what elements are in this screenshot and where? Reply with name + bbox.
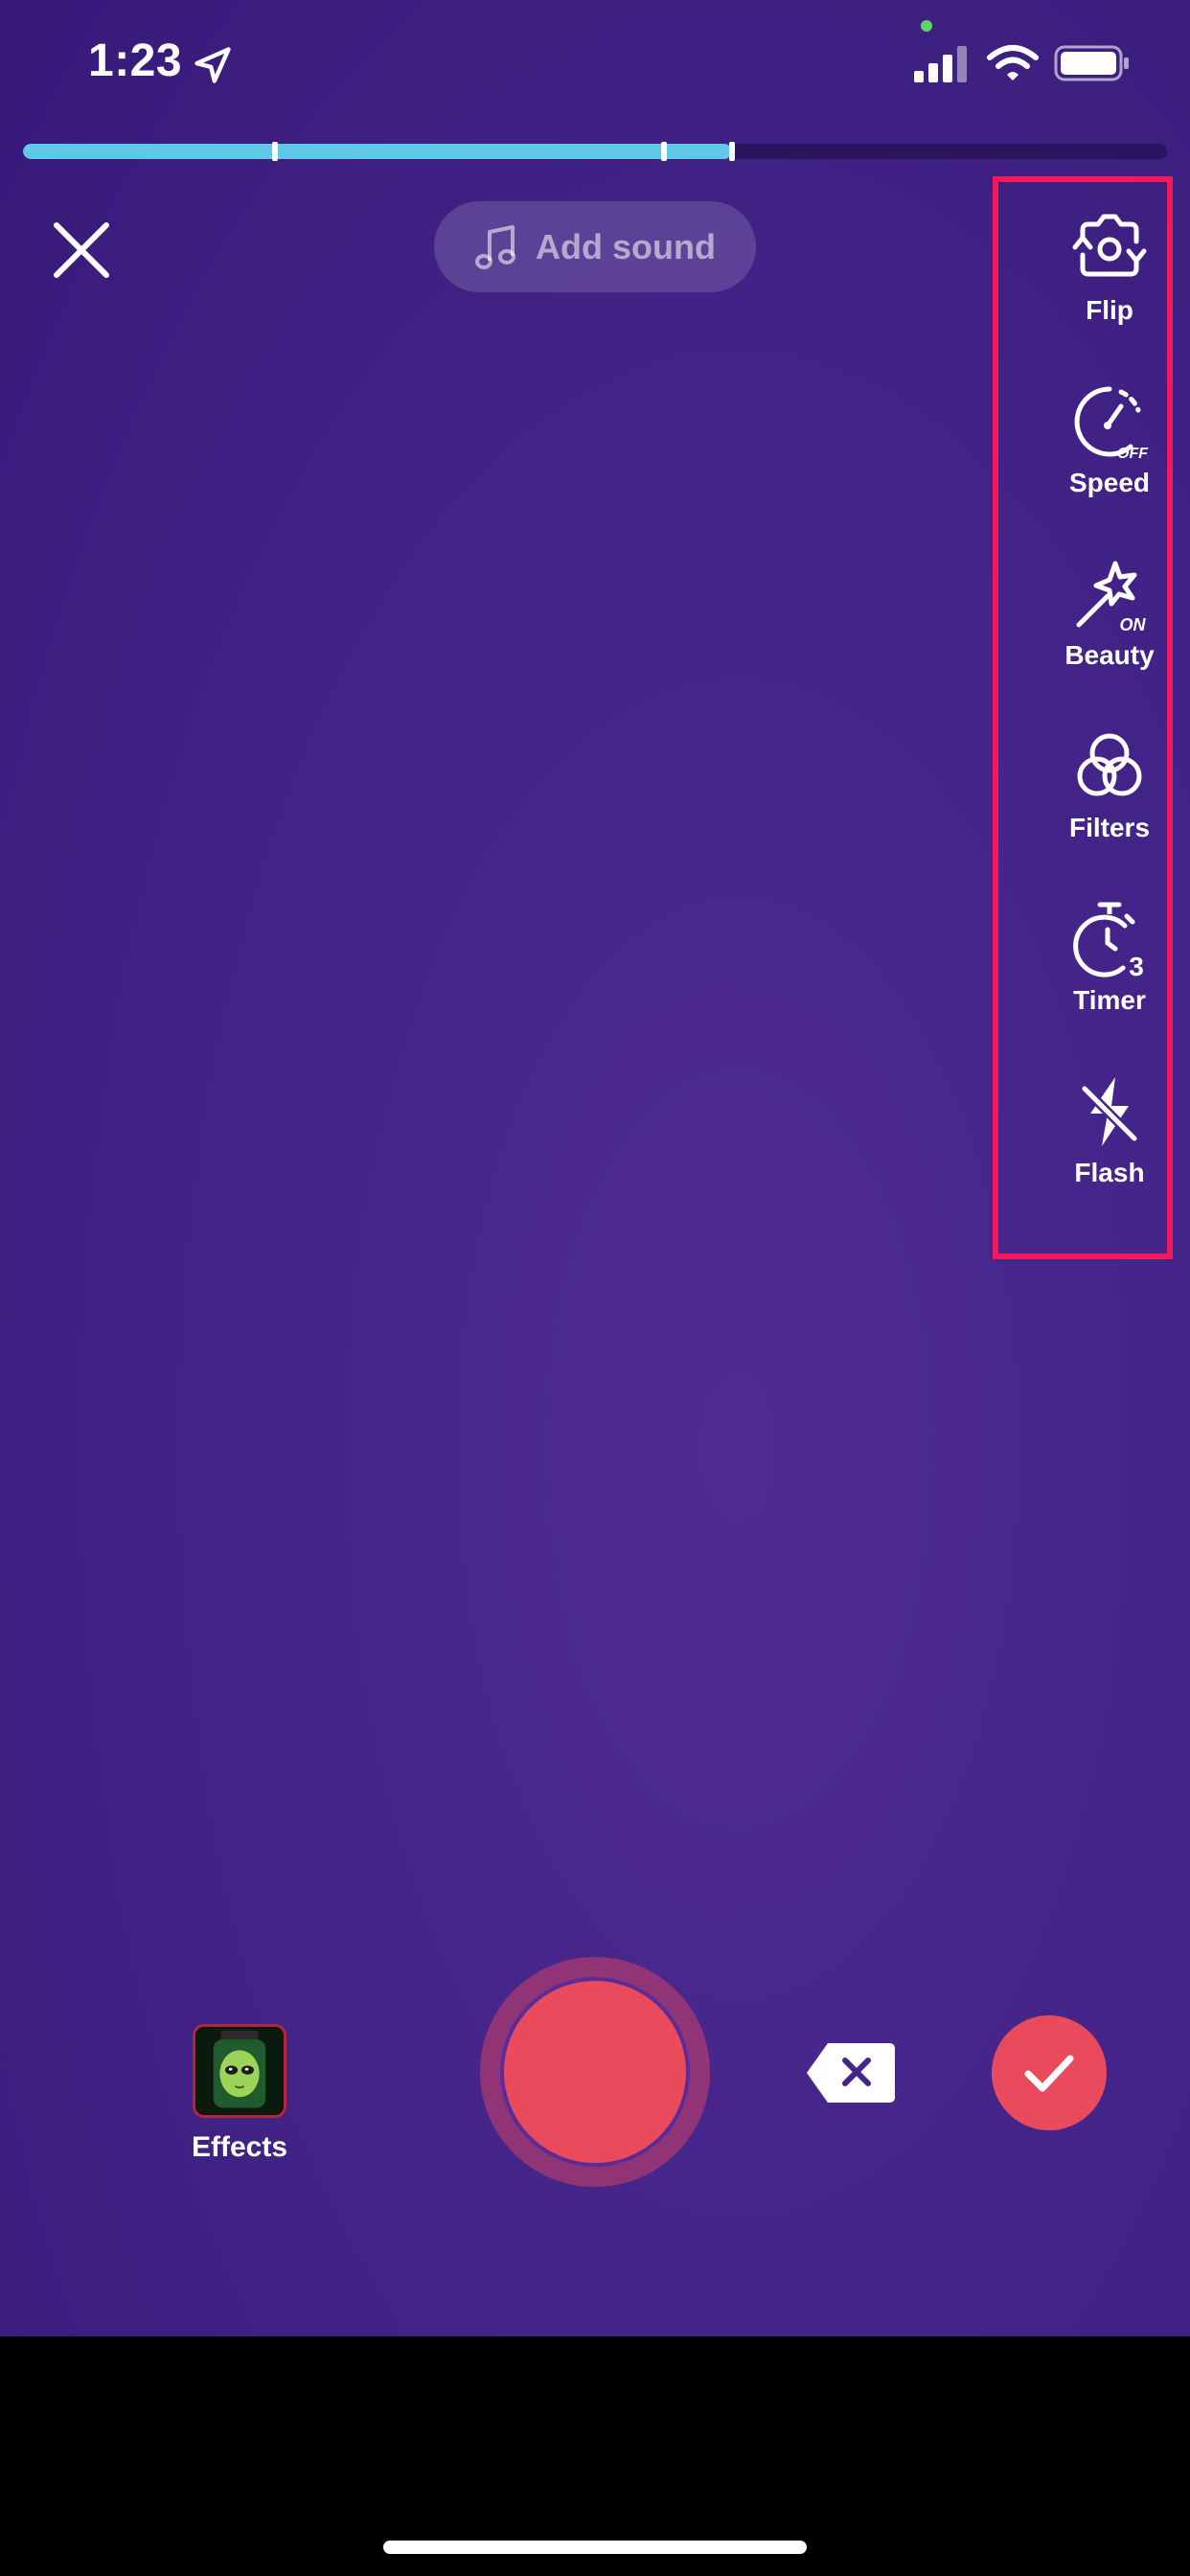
segment-marker	[660, 142, 667, 161]
beauty-label: Beauty	[1064, 640, 1155, 670]
confirm-button[interactable]	[992, 2015, 1107, 2130]
speed-label: Speed	[1068, 468, 1151, 497]
music-note-icon	[475, 224, 516, 269]
segment-marker	[271, 142, 278, 161]
wifi-icon	[987, 45, 1039, 80]
speed-button[interactable]: OFF Speed	[1050, 381, 1169, 498]
flip-label: Flip	[1086, 295, 1133, 325]
alien-effect-icon	[195, 2027, 284, 2115]
checkmark-icon	[1024, 2055, 1074, 2092]
filters-label: Filters	[1068, 813, 1151, 842]
timer-button[interactable]: 3 Timer	[1050, 899, 1169, 1016]
recording-progress-fill	[23, 144, 733, 159]
beauty-button[interactable]: ON Beauty	[1050, 554, 1169, 671]
effects-button[interactable]: Effects	[182, 2024, 297, 2164]
battery-icon	[1054, 45, 1129, 81]
effects-label: Effects	[191, 2131, 288, 2163]
home-indicator	[383, 2541, 807, 2554]
segment-marker	[729, 142, 736, 161]
add-sound-button[interactable]: Add sound	[434, 201, 756, 292]
flip-camera-icon	[1072, 214, 1147, 277]
status-time: 1:23	[88, 35, 183, 86]
speed-off-badge: OFF	[1117, 446, 1149, 462]
location-arrow-icon	[195, 47, 231, 83]
stopwatch-icon: 3	[1073, 902, 1144, 979]
flash-button[interactable]: Flash	[1050, 1071, 1169, 1188]
flash-off-icon	[1080, 1077, 1139, 1146]
speed-gauge-icon: OFF	[1074, 386, 1149, 462]
timer-label: Timer	[1073, 985, 1146, 1015]
add-sound-label: Add sound	[536, 226, 716, 266]
effects-thumbnail	[193, 2024, 286, 2118]
flash-label: Flash	[1074, 1158, 1145, 1187]
mic-indicator-dot	[921, 20, 932, 32]
magic-wand-icon: ON	[1076, 561, 1147, 634]
delete-segment-button[interactable]	[805, 2041, 897, 2104]
filters-button[interactable]: Filters	[1050, 726, 1169, 843]
filters-circles-icon	[1077, 733, 1142, 796]
close-button[interactable]	[48, 217, 115, 284]
timer-3-badge: 3	[1129, 952, 1144, 979]
beauty-on-badge: ON	[1120, 615, 1147, 634]
recording-progress-bar	[23, 144, 1167, 159]
cellular-signal-icon	[914, 46, 967, 82]
record-button[interactable]	[500, 1977, 690, 2167]
flip-button[interactable]: Flip	[1050, 209, 1169, 326]
